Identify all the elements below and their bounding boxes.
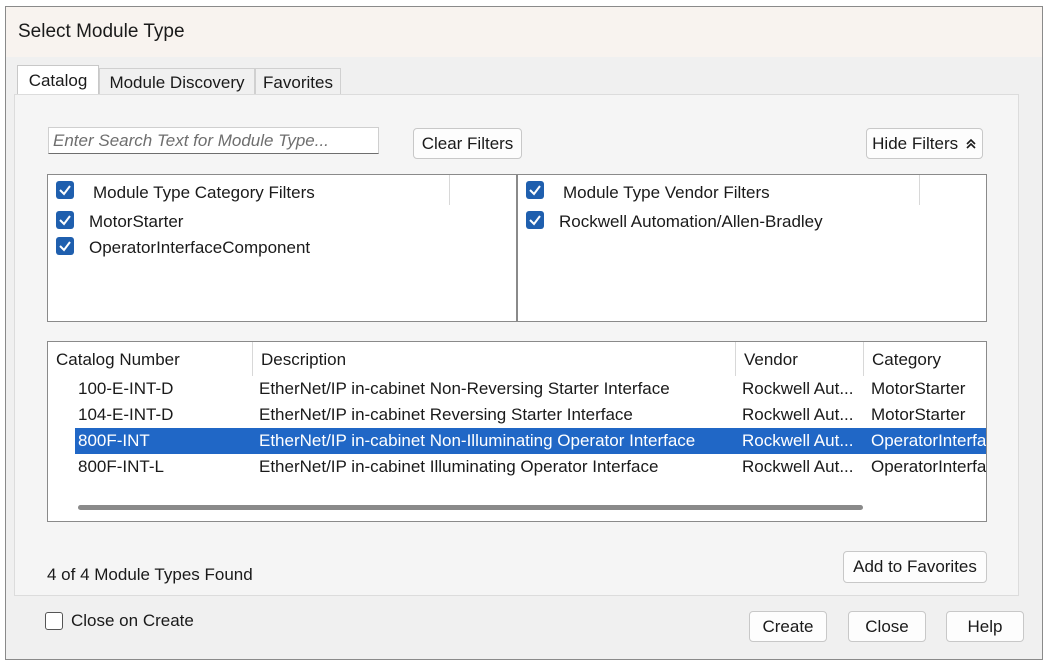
rockwell-vendor-label: Rockwell Automation/Allen-Bradley — [559, 212, 823, 231]
column-header-description[interactable]: Description — [253, 342, 736, 376]
description-cell: EtherNet/IP in-cabinet Reversing Starter… — [259, 405, 633, 424]
column-header-label: Category — [872, 350, 941, 369]
category-filters-header-checkbox[interactable] — [56, 181, 74, 199]
table-row[interactable]: 104-E-INT-D EtherNet/IP in-cabinet Rever… — [75, 402, 986, 428]
search-input[interactable]: Enter Search Text for Module Type... — [48, 127, 379, 154]
description-cell: EtherNet/IP in-cabinet Non-Reversing Sta… — [259, 379, 670, 398]
header-separator — [449, 175, 450, 205]
tab-favorites-label: Favorites — [263, 73, 333, 92]
module-type-grid: Catalog Number Description Vendor Catego… — [47, 341, 987, 522]
column-header-label: Catalog Number — [56, 350, 180, 369]
operatorinterfacecomponent-label: OperatorInterfaceComponent — [89, 238, 311, 257]
add-to-favorites-button[interactable]: Add to Favorites — [843, 551, 987, 583]
catalog-number-cell: 800F-INT-L — [78, 457, 164, 476]
vendor-cell: Rockwell Aut... — [742, 379, 854, 398]
hide-filters-label: Hide Filters — [872, 134, 959, 153]
tab-module-discovery-label: Module Discovery — [109, 73, 245, 92]
modules-found-status: 4 of 4 Module Types Found — [47, 565, 253, 584]
category-cell: MotorStarter — [871, 379, 966, 398]
close-on-create-label: Close on Create — [71, 611, 194, 630]
description-cell: EtherNet/IP in-cabinet Non-Illuminating … — [259, 431, 696, 450]
catalog-number-cell: 104-E-INT-D — [78, 405, 174, 424]
clear-filters-button[interactable]: Clear Filters — [413, 128, 522, 159]
tab-catalog-label: Catalog — [28, 71, 88, 90]
motorstarter-checkbox[interactable] — [56, 211, 74, 229]
column-header-category[interactable]: Category — [864, 342, 986, 376]
tab-module-discovery[interactable]: Module Discovery — [99, 68, 255, 95]
vendor-filters-header-checkbox[interactable] — [526, 181, 544, 199]
window-title: Select Module Type — [18, 21, 185, 42]
rockwell-vendor-checkbox[interactable] — [526, 211, 544, 229]
table-row[interactable]: 800F-INT-L EtherNet/IP in-cabinet Illumi… — [75, 454, 987, 480]
column-header-vendor[interactable]: Vendor — [736, 342, 864, 376]
tab-catalog[interactable]: Catalog — [17, 65, 99, 95]
category-cell: OperatorInterfa — [871, 457, 987, 476]
table-row-selected[interactable]: 800F-INT EtherNet/IP in-cabinet Non-Illu… — [75, 428, 987, 454]
create-button[interactable]: Create — [749, 611, 827, 642]
filters-area: Module Type Category Filters MotorStarte… — [47, 174, 987, 322]
motorstarter-label: MotorStarter — [89, 212, 184, 231]
hide-filters-button[interactable]: Hide Filters — [866, 128, 983, 159]
catalog-number-cell: 800F-INT — [78, 431, 150, 450]
category-cell: MotorStarter — [871, 405, 966, 424]
title-bar[interactable]: Select Module Type — [6, 7, 1042, 57]
double-chevron-up-icon — [966, 138, 976, 149]
vendor-cell: Rockwell Aut... — [742, 457, 854, 476]
vendor-cell: Rockwell Aut... — [742, 431, 854, 450]
header-separator — [919, 175, 920, 205]
column-header-catalog-number[interactable]: Catalog Number — [48, 342, 253, 376]
close-button[interactable]: Close — [848, 611, 926, 642]
vendor-filters-header: Module Type Vendor Filters — [563, 183, 770, 202]
operatorinterfacecomponent-checkbox[interactable] — [56, 237, 74, 255]
horizontal-scrollbar[interactable] — [78, 505, 863, 510]
help-button[interactable]: Help — [946, 611, 1024, 642]
tab-favorites[interactable]: Favorites — [255, 68, 341, 95]
column-header-label: Vendor — [744, 350, 798, 369]
catalog-number-cell: 100-E-INT-D — [78, 379, 174, 398]
close-on-create-checkbox[interactable] — [45, 612, 63, 630]
filters-divider[interactable] — [516, 175, 518, 321]
category-cell: OperatorInterfa — [871, 431, 987, 450]
column-header-label: Description — [261, 350, 347, 369]
category-filters-header: Module Type Category Filters — [93, 183, 315, 202]
vendor-cell: Rockwell Aut... — [742, 405, 854, 424]
table-row[interactable]: 100-E-INT-D EtherNet/IP in-cabinet Non-R… — [75, 376, 986, 402]
description-cell: EtherNet/IP in-cabinet Illuminating Oper… — [259, 457, 659, 476]
